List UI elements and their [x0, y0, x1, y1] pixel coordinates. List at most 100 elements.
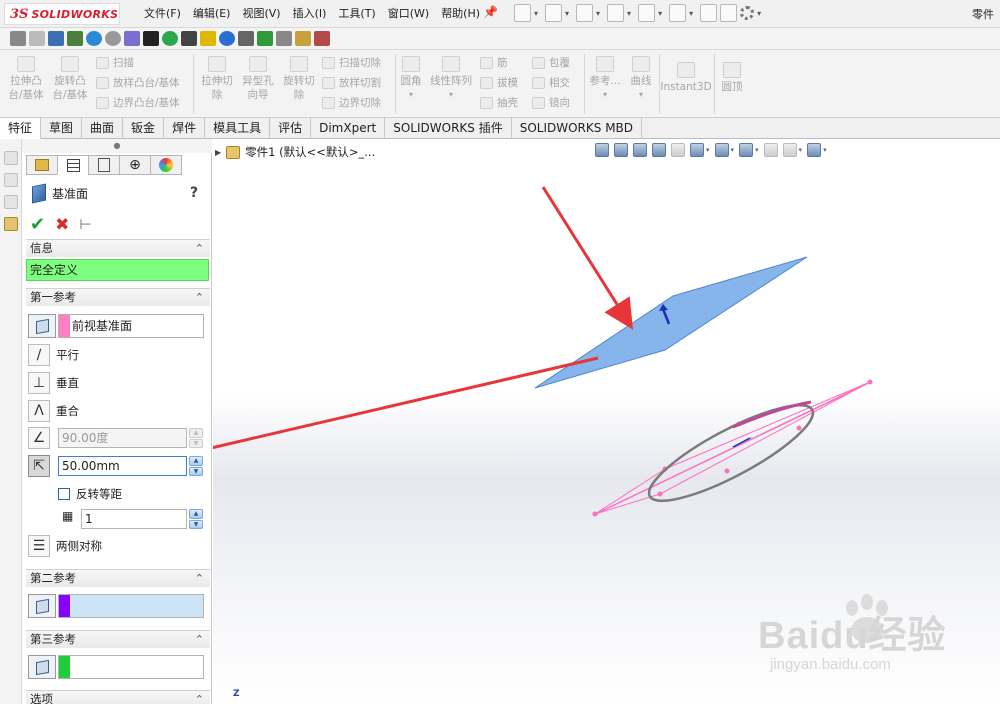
menu-help[interactable]: 帮助(H): [435, 6, 486, 22]
chevron-up-icon[interactable]: ⌃: [195, 570, 204, 587]
reference-plane-preview[interactable]: [534, 256, 808, 389]
zoom-to-area-icon[interactable]: [614, 143, 628, 157]
sweep-cut-button[interactable]: 扫描切除: [322, 56, 381, 70]
mid-plane-icon[interactable]: ☰: [28, 535, 50, 557]
display-manager-tab[interactable]: [150, 155, 182, 175]
chevron-down-icon[interactable]: ▾: [799, 146, 803, 154]
count-stepper[interactable]: ▲ ▼: [189, 509, 203, 529]
dimxpert-manager-tab[interactable]: ⊕: [119, 155, 151, 175]
property-manager-tab[interactable]: [57, 155, 89, 175]
feature-tree-root[interactable]: ▶ 零件1 (默认<<默认>_...: [215, 144, 375, 160]
sketch-point[interactable]: [724, 468, 730, 474]
view-settings-monitor-icon[interactable]: [807, 143, 822, 157]
extrude-boss-button[interactable]: 拉伸凸 台/基体: [6, 56, 46, 102]
view-orientation-icon[interactable]: [690, 143, 704, 157]
open-folder-icon[interactable]: [545, 4, 563, 22]
dome-button[interactable]: 圆顶: [718, 62, 746, 94]
arrow-up-icon[interactable]: ▲: [189, 509, 203, 519]
curves-button[interactable]: 曲线 ▾: [626, 56, 656, 102]
tab-sketch[interactable]: 草图: [41, 118, 83, 139]
feature-manager-tab[interactable]: [26, 155, 58, 175]
settings-wheel-icon[interactable]: [105, 31, 121, 46]
toolbox-icon[interactable]: [143, 31, 159, 46]
perpendicular-option[interactable]: ⊥ 垂直: [28, 372, 79, 394]
wrap-button[interactable]: 包覆: [532, 56, 570, 70]
boundary-boss-button[interactable]: 边界凸台/基体: [96, 96, 180, 110]
menu-window[interactable]: 窗口(W): [382, 6, 435, 22]
feature-icon[interactable]: [4, 173, 18, 187]
network-icon[interactable]: [67, 31, 83, 46]
chevron-down-icon[interactable]: ▾: [627, 9, 631, 18]
sketch-edit-icon[interactable]: [4, 217, 18, 231]
select-arrow-icon[interactable]: [669, 4, 687, 22]
parallel-icon[interactable]: ∕: [28, 344, 50, 366]
puzzle-icon[interactable]: [124, 31, 140, 46]
binoculars-icon[interactable]: [238, 31, 254, 46]
instant3d-button[interactable]: Instant3D: [660, 62, 712, 94]
location-pin-icon[interactable]: [162, 31, 178, 46]
rebuild-icon[interactable]: [700, 4, 718, 22]
chevron-down-icon[interactable]: ▾: [706, 146, 710, 154]
ok-check-icon[interactable]: ✔: [30, 214, 45, 235]
angle-stepper[interactable]: ▲ ▼: [189, 428, 203, 448]
offset-distance-icon[interactable]: ⇱: [28, 455, 50, 477]
section-second-reference-header[interactable]: 第二参考 ⌃: [26, 569, 210, 587]
boundary-cut-button[interactable]: 边界切除: [322, 96, 381, 110]
pin-menu-icon[interactable]: 📌: [483, 5, 498, 19]
file-properties-icon[interactable]: [720, 4, 738, 22]
loft-cut-button[interactable]: 放样切割: [322, 76, 381, 90]
previous-view-icon[interactable]: [633, 143, 647, 157]
shell-button[interactable]: 抽壳: [480, 96, 518, 110]
distance-stepper[interactable]: ▲ ▼: [189, 456, 203, 476]
document-icon[interactable]: [295, 31, 311, 46]
feature-icon[interactable]: [4, 195, 18, 209]
help-icon[interactable]: ?: [190, 185, 198, 201]
chevron-up-icon[interactable]: ⌃: [195, 631, 204, 648]
chevron-down-icon[interactable]: ▾: [534, 9, 538, 18]
save-icon[interactable]: [576, 4, 594, 22]
extrude-cut-button[interactable]: 拉伸切 除: [197, 56, 237, 102]
grid-icon[interactable]: [181, 31, 197, 46]
tab-dimxpert[interactable]: DimXpert: [311, 118, 386, 139]
arrow-down-icon[interactable]: ▼: [189, 438, 203, 448]
draft-button[interactable]: 拔模: [480, 76, 518, 90]
first-reference-selector-icon[interactable]: [28, 314, 56, 338]
monitor-icon[interactable]: [48, 31, 64, 46]
gear-icon[interactable]: [740, 6, 755, 20]
print-icon[interactable]: [607, 4, 625, 22]
arrow-down-icon[interactable]: ▼: [189, 519, 203, 529]
bracket-icon[interactable]: [29, 31, 45, 46]
key-icon[interactable]: [10, 31, 26, 46]
plane-count-input[interactable]: 1: [81, 509, 187, 529]
tree-expand-icon[interactable]: ▶: [215, 148, 221, 157]
section-info-header[interactable]: 信息 ⌃: [26, 239, 210, 257]
tab-evaluate[interactable]: 评估: [270, 118, 312, 139]
tab-weldments[interactable]: 焊件: [164, 118, 206, 139]
mirror-button[interactable]: 镜向: [532, 96, 570, 110]
chevron-down-icon[interactable]: ▾: [731, 146, 735, 154]
third-reference-selector-icon[interactable]: [28, 655, 56, 679]
sweep-button[interactable]: 扫描: [96, 56, 134, 70]
tab-features[interactable]: 特征: [0, 118, 42, 139]
second-reference-selector-icon[interactable]: [28, 594, 56, 618]
hole-wizard-button[interactable]: 异型孔 向导: [238, 56, 278, 102]
chevron-down-icon[interactable]: ▾: [596, 9, 600, 18]
keep-visible-pin-icon[interactable]: ⊢: [79, 217, 91, 233]
chevron-down-icon[interactable]: ▾: [428, 88, 474, 102]
chevron-down-icon[interactable]: ▾: [823, 146, 827, 154]
rib-button[interactable]: 筋: [480, 56, 508, 70]
intersect-button[interactable]: 相交: [532, 76, 570, 90]
menu-file[interactable]: 文件(F): [138, 6, 187, 22]
printer-icon[interactable]: [276, 31, 292, 46]
angle-input[interactable]: 90.00度: [58, 428, 187, 448]
section-view-icon[interactable]: [652, 143, 666, 157]
report-icon[interactable]: [314, 31, 330, 46]
chevron-down-icon[interactable]: ▾: [689, 9, 693, 18]
angle-icon[interactable]: ∠: [28, 427, 50, 449]
offset-distance-input[interactable]: 50.00mm: [58, 456, 187, 476]
mid-plane-option[interactable]: ☰ 两侧对称: [28, 535, 102, 557]
chevron-down-icon[interactable]: ▾: [755, 146, 759, 154]
tab-mold-tools[interactable]: 模具工具: [205, 118, 271, 139]
arrow-up-icon[interactable]: ▲: [189, 428, 203, 438]
tab-sheet-metal[interactable]: 钣金: [123, 118, 165, 139]
